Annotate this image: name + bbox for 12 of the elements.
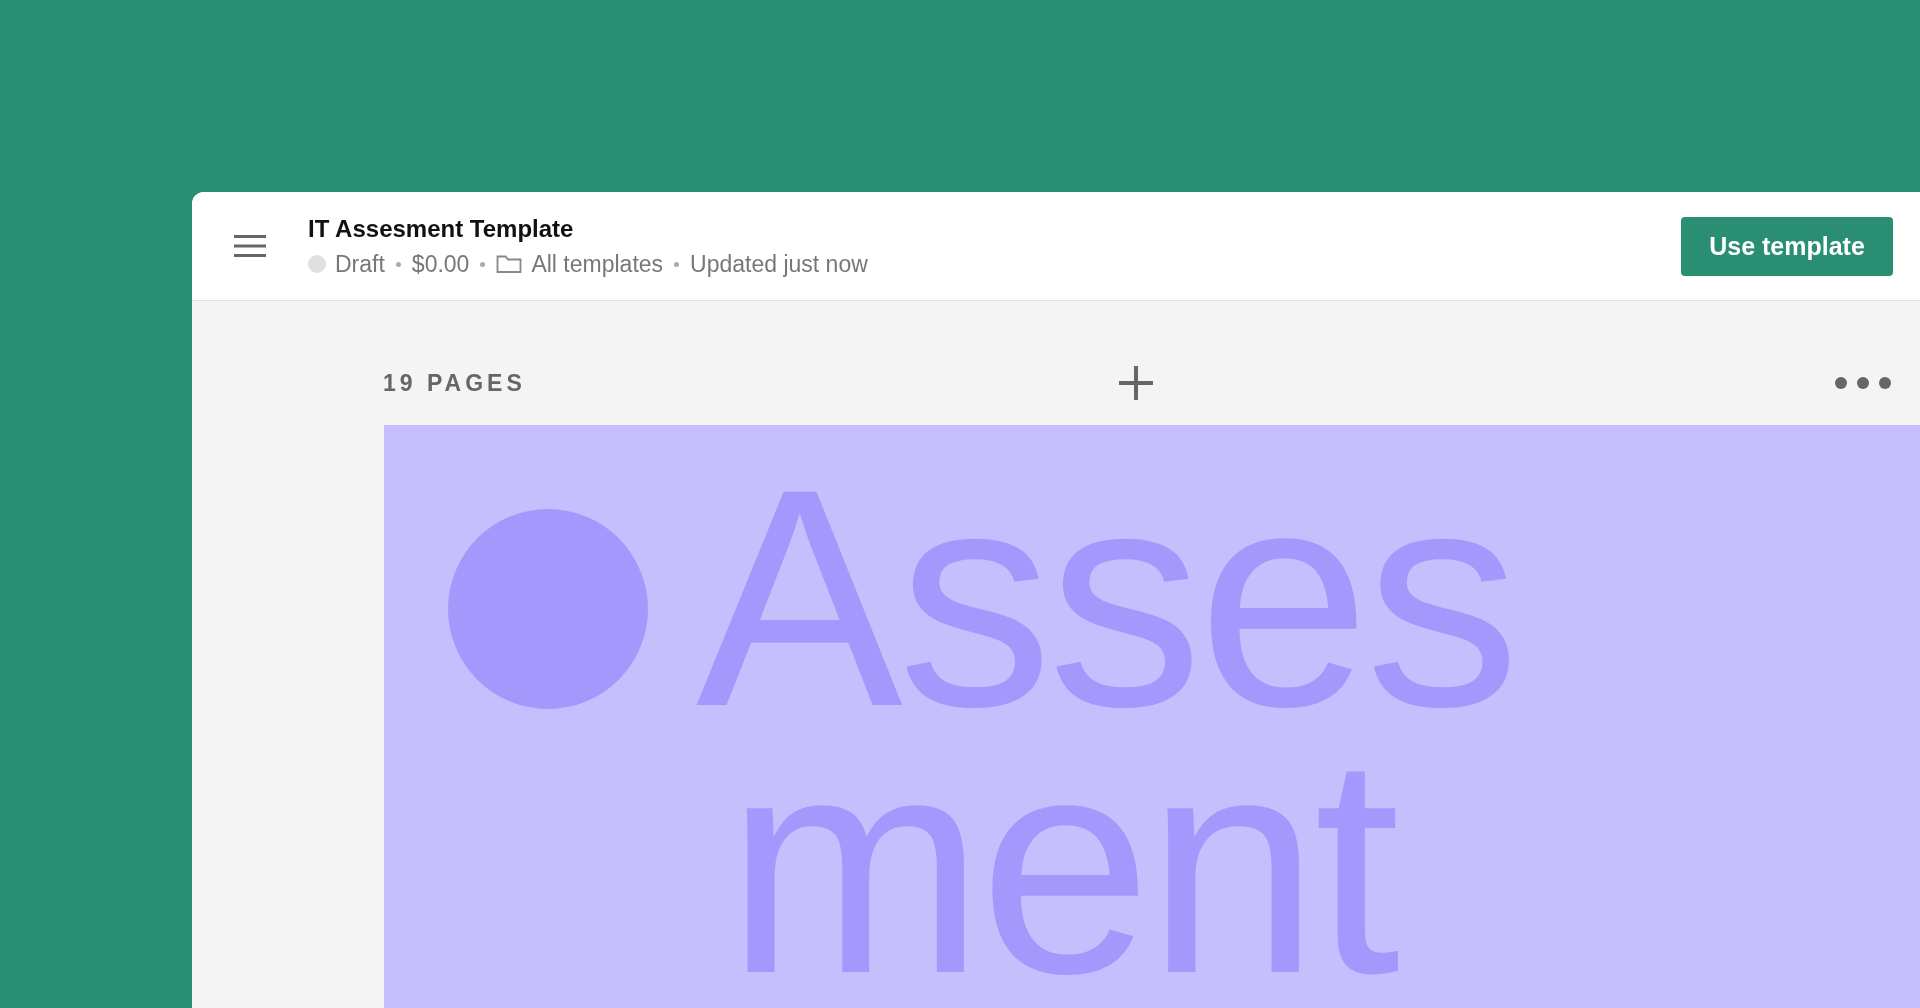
- folder-link[interactable]: All templates: [531, 250, 664, 278]
- folder-icon: [496, 254, 523, 274]
- use-template-button[interactable]: Use template: [1681, 216, 1893, 276]
- add-icon[interactable]: [1117, 364, 1155, 402]
- more-icon[interactable]: [1834, 376, 1892, 390]
- updated-label: Updated just now: [690, 250, 868, 278]
- document-title: IT Assesment Template: [308, 214, 575, 243]
- menu-icon[interactable]: [234, 234, 266, 258]
- status-label: Draft: [335, 250, 385, 278]
- status-dot: [308, 255, 326, 273]
- price-label: $0.00: [411, 250, 470, 278]
- page-count: 19 PAGES: [383, 369, 527, 397]
